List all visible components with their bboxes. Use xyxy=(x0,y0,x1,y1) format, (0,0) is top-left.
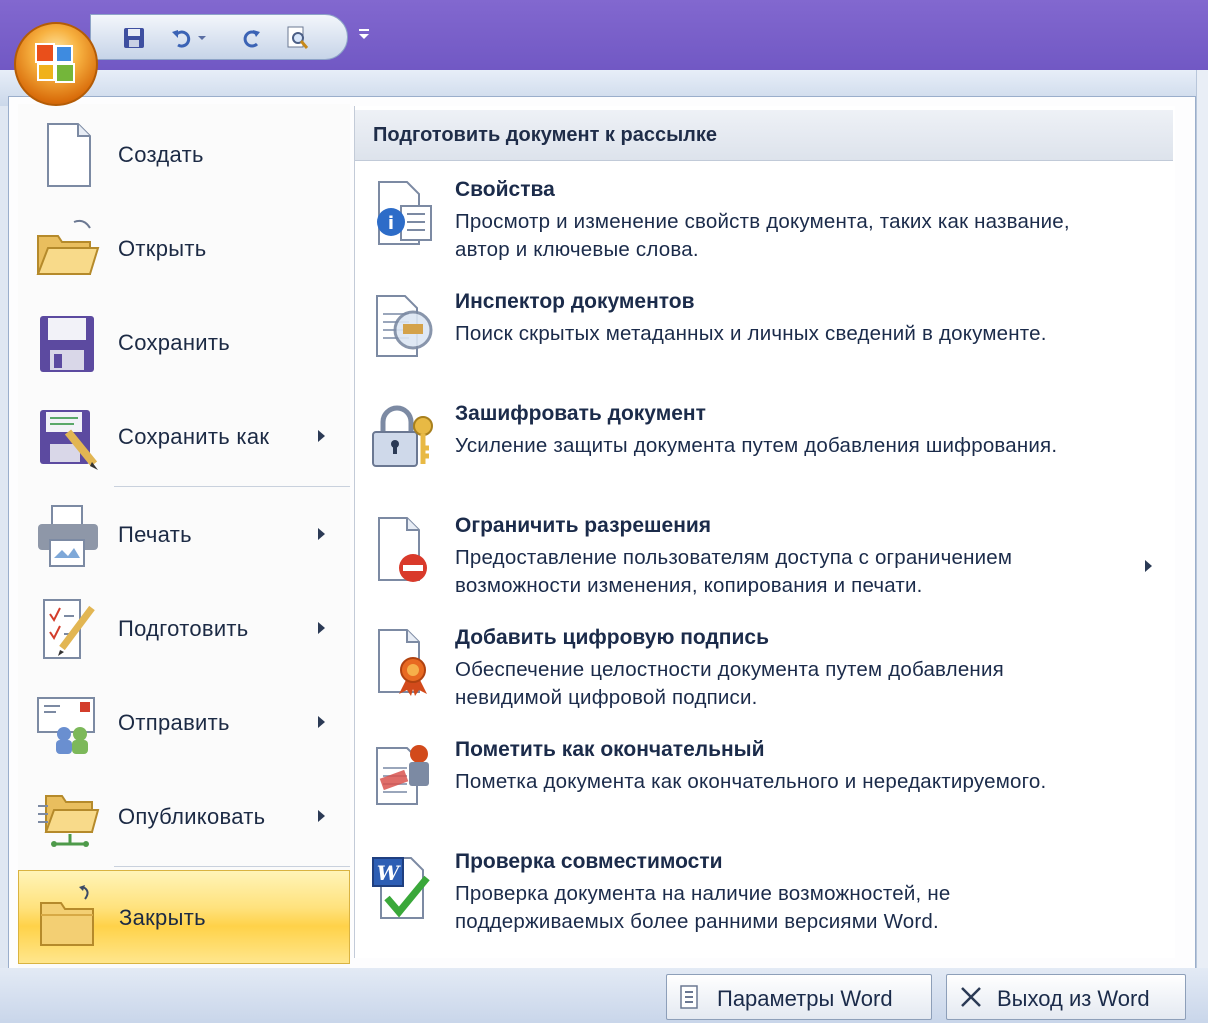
word-options-button[interactable]: Параметры Word xyxy=(666,974,932,1020)
submenu-item-mark-final[interactable]: Пометить как окончательный Пометка докум… xyxy=(355,736,1173,848)
menu-label: Сохранить как xyxy=(118,424,270,449)
document-edge xyxy=(1196,70,1208,970)
left-menu: Создать Открыть Сохранить Сохранить как … xyxy=(18,104,350,968)
menu-item-open[interactable]: Открыть xyxy=(18,202,350,296)
submenu-item-signature[interactable]: Добавить цифровую подпись Обеспечение це… xyxy=(355,624,1173,736)
submenu-item-properties[interactable]: i Свойства Просмотр и изменение свойств … xyxy=(355,176,1173,288)
submenu-item-description: Обеспечение целостности документа путем … xyxy=(455,658,1004,709)
menu-label: Опубликовать xyxy=(118,804,266,829)
prepare-submenu: Подготовить документ к рассылке i Свойст… xyxy=(354,106,1175,958)
submenu-item-description: Просмотр и изменение свойств документа, … xyxy=(455,210,1070,261)
customize-toolbar-icon[interactable] xyxy=(356,26,372,42)
submenu-item-title: Добавить цифровую подпись xyxy=(455,626,769,649)
send-icon xyxy=(34,688,102,758)
exit-word-button[interactable]: Выход из Word xyxy=(946,974,1186,1020)
submenu-arrow-icon xyxy=(1145,560,1152,572)
options-icon xyxy=(677,985,701,1009)
menu-item-new[interactable]: Создать xyxy=(18,108,350,202)
menu-label: Закрыть xyxy=(119,905,206,930)
svg-text:W: W xyxy=(377,861,402,885)
menu-item-print[interactable]: Печать xyxy=(18,488,350,582)
close-icon xyxy=(959,985,983,1009)
submenu-item-title: Свойства xyxy=(455,178,555,201)
new-document-icon xyxy=(34,120,102,190)
menu-separator xyxy=(114,486,350,487)
menu-label: Отправить xyxy=(118,710,230,735)
submenu-item-encrypt[interactable]: Зашифровать документ Усиление защиты док… xyxy=(355,400,1173,512)
menu-item-publish[interactable]: Опубликовать xyxy=(18,770,350,864)
menu-label: Открыть xyxy=(118,236,207,261)
submenu-item-description: Усиление защиты документа путем добавлен… xyxy=(455,434,1058,457)
submenu-title: Подготовить документ к рассылке xyxy=(373,124,717,146)
submenu-item-inspect[interactable]: Инспектор документов Поиск скрытых метад… xyxy=(355,288,1173,400)
menu-item-save-as[interactable]: Сохранить как xyxy=(18,390,350,484)
submenu-header: Подготовить документ к рассылке xyxy=(355,110,1173,161)
menu-separator xyxy=(114,866,350,867)
mark-final-icon xyxy=(367,740,437,810)
menu-item-save[interactable]: Сохранить xyxy=(18,296,350,390)
svg-text:i: i xyxy=(388,213,394,234)
submenu-item-title: Ограничить разрешения xyxy=(455,514,712,537)
close-folder-icon xyxy=(35,883,103,953)
save-as-icon xyxy=(34,402,102,472)
exit-word-label: Выход из Word xyxy=(997,986,1150,1011)
submenu-arrow-icon xyxy=(318,810,325,822)
digital-signature-icon xyxy=(367,628,437,698)
inspect-document-icon xyxy=(367,292,437,362)
submenu-arrow-icon xyxy=(318,716,325,728)
submenu-item-restrict[interactable]: Ограничить разрешения Предоставление пол… xyxy=(355,512,1173,624)
menu-item-send[interactable]: Отправить xyxy=(18,676,350,770)
office-button[interactable] xyxy=(14,22,98,106)
submenu-arrow-icon xyxy=(318,528,325,540)
word-options-label: Параметры Word xyxy=(717,986,893,1011)
submenu-item-title: Проверка совместимости xyxy=(455,850,723,873)
save-icon[interactable] xyxy=(119,23,149,53)
submenu-item-title: Инспектор документов xyxy=(455,290,695,313)
submenu-item-compatibility[interactable]: W Проверка совместимости Проверка докуме… xyxy=(355,848,1173,960)
undo-dropdown-icon[interactable] xyxy=(195,23,209,53)
printer-icon xyxy=(34,500,102,570)
submenu-item-description: Проверка документа на наличие возможност… xyxy=(455,882,951,933)
submenu-arrow-icon xyxy=(318,622,325,634)
submenu-item-title: Пометить как окончательный xyxy=(455,738,765,761)
encrypt-lock-icon xyxy=(367,404,437,474)
submenu-item-description: Поиск скрытых метаданных и личных сведен… xyxy=(455,322,1047,345)
publish-icon xyxy=(34,782,102,852)
menu-label: Создать xyxy=(118,142,204,167)
prepare-icon xyxy=(34,594,102,664)
save-icon xyxy=(34,308,102,378)
submenu-item-description: Пометка документа как окончательного и н… xyxy=(455,770,1047,793)
submenu-item-title: Зашифровать документ xyxy=(455,402,706,425)
office-logo-icon xyxy=(35,43,75,83)
print-preview-icon[interactable] xyxy=(283,23,313,53)
menu-item-prepare[interactable]: Подготовить xyxy=(18,582,350,676)
menu-label: Сохранить xyxy=(118,330,231,355)
menu-label: Печать xyxy=(118,522,192,547)
properties-icon: i xyxy=(367,180,437,250)
quick-access-toolbar xyxy=(90,14,348,60)
redo-icon[interactable] xyxy=(237,23,267,53)
submenu-item-description: Предоставление пользователям доступа с о… xyxy=(455,546,1013,597)
submenu-arrow-icon xyxy=(318,430,325,442)
menu-item-close[interactable]: Закрыть xyxy=(18,870,350,964)
compatibility-check-icon: W xyxy=(367,852,437,922)
restrict-permission-icon xyxy=(367,516,437,586)
undo-icon[interactable] xyxy=(167,23,197,53)
open-folder-icon xyxy=(34,214,102,284)
menu-label: Подготовить xyxy=(118,616,249,641)
